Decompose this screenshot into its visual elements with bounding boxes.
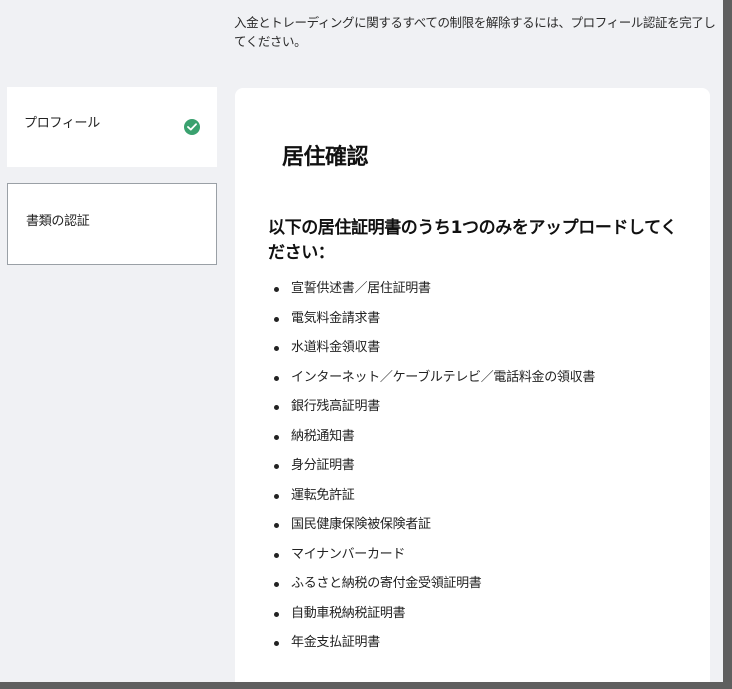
document-label: 宣誓供述書／居住証明書 [291, 281, 431, 296]
document-label: 身分証明書 [291, 458, 355, 473]
list-item: 年金支払証明書 [269, 635, 595, 665]
bullet-icon [274, 641, 279, 646]
bullet-icon [274, 582, 279, 587]
card-title: 居住確認 [282, 145, 369, 170]
document-list: 宣誓供述書／居住証明書 電気料金請求書 水道料金領収書インターネット／ケーブルテレビ… [269, 281, 595, 665]
list-item: 宣誓供述書／居住証明書 [269, 281, 595, 311]
bullet-icon [274, 523, 279, 528]
document-label: 国民健康保険被保険者証 [291, 517, 431, 532]
document-label: 電気料金請求書 [291, 310, 380, 326]
list-item: 水道料金領収書 [269, 340, 595, 370]
sidebar-item-profile[interactable]: プロフィール [7, 87, 217, 167]
document-label: インターネット／ケーブルテレビ／電話料金の領収書 [291, 369, 596, 385]
document-label: 運転免許証 [291, 487, 355, 503]
card-heading: 以下の居住証明書のうち1つのみをアップロードしてください： [268, 218, 677, 263]
document-label: ふるさと納税の寄付金受領証明書 [291, 576, 482, 591]
document-label: 納税通知書 [291, 428, 355, 444]
list-item: マイナンバーカード [269, 547, 595, 577]
bullet-icon [274, 464, 279, 469]
document-label: マイナンバーカード [291, 546, 406, 562]
bullet-icon [274, 611, 279, 617]
list-item: 身分証明書 [269, 458, 595, 488]
check-circle-icon [184, 119, 200, 135]
list-item: 納税通知書 [269, 429, 595, 459]
sidebar-item-document-verification[interactable]: 書類の認証 [7, 183, 217, 265]
list-item: 国民健康保険被保険者証 [269, 517, 595, 547]
residence-verification-card: 居住確認 以下の居住証明書のうち1つのみをアップロードしてください： 宣誓供述書… [235, 88, 710, 682]
sidebar-item-label: プロフィール [24, 116, 100, 131]
document-label: 銀行残高証明書 [291, 399, 380, 414]
bullet-icon [274, 552, 279, 558]
list-item: ふるさと納税の寄付金受領証明書 [269, 576, 595, 606]
bullet-icon [274, 434, 279, 440]
list-item: 銀行残高証明書 [269, 399, 595, 429]
page: 入金とトレーディングに関するすべての制限を解除するには、プロフィール認証を完了し… [0, 0, 723, 682]
sidebar-item-label: 書類の認証 [26, 214, 90, 229]
list-item: 自動車税納税証明書 [269, 606, 595, 636]
document-label: 自動車税納税証明書 [291, 605, 406, 621]
list-item: 電気料金請求書 [269, 311, 595, 341]
bullet-icon [274, 287, 279, 292]
document-label: 年金支払証明書 [291, 635, 380, 650]
bullet-icon [274, 493, 279, 499]
document-label: 水道料金領収書 [291, 340, 380, 355]
bullet-icon [274, 405, 279, 410]
bullet-icon [274, 375, 279, 381]
bullet-icon [274, 316, 279, 322]
list-item: インターネット／ケーブルテレビ／電話料金の領収書 [269, 370, 595, 400]
list-item: 運転免許証 [269, 488, 595, 518]
bullet-icon [274, 346, 279, 351]
intro-text: 入金とトレーディングに関するすべての制限を解除するには、プロフィール認証を完了し… [234, 15, 716, 49]
